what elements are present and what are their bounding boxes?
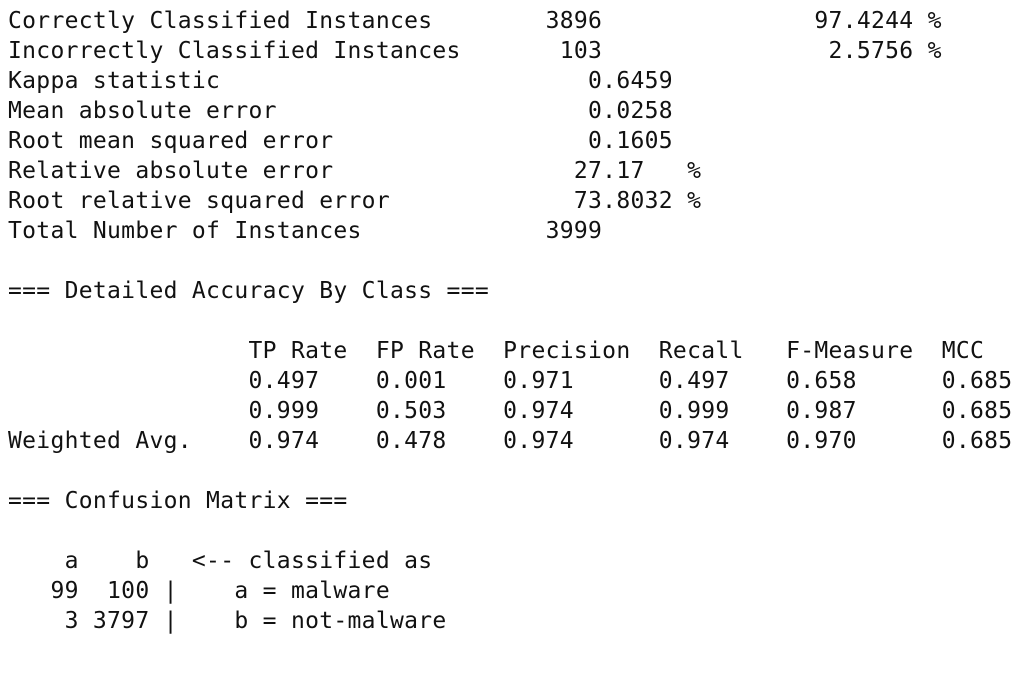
summary-rae: Relative absolute error 27.17 % [8, 158, 702, 184]
confusion-matrix-header: a b <-- classified as [8, 548, 433, 574]
summary-rmse: Root mean squared error 0.1605 [8, 128, 673, 154]
summary-total-instances: Total Number of Instances 3999 [8, 218, 603, 244]
accuracy-table-header: TP Rate FP Rate Precision Recall F-Measu… [8, 338, 985, 364]
accuracy-table-row-weighted-avg: Weighted Avg. 0.974 0.478 0.974 0.974 0.… [8, 428, 1013, 454]
confusion-section-header: === Confusion Matrix === [8, 488, 348, 514]
confusion-matrix-row-a: 99 100 | a = malware [8, 578, 390, 604]
classifier-output: Correctly Classified Instances 3896 97.4… [8, 6, 1012, 636]
summary-incorrectly-classified: Incorrectly Classified Instances 103 2.5… [8, 38, 942, 64]
accuracy-section-header: === Detailed Accuracy By Class === [8, 278, 490, 304]
accuracy-table-row-class-a: 0.497 0.001 0.971 0.497 0.658 0.685 [8, 368, 1013, 394]
summary-correctly-classified: Correctly Classified Instances 3896 97.4… [8, 8, 942, 34]
confusion-matrix-row-b: 3 3797 | b = not-malware [8, 608, 447, 634]
summary-mae: Mean absolute error 0.0258 [8, 98, 673, 124]
summary-kappa: Kappa statistic 0.6459 [8, 68, 673, 94]
summary-rrse: Root relative squared error 73.8032 % [8, 188, 702, 214]
accuracy-table-row-class-b: 0.999 0.503 0.974 0.999 0.987 0.685 [8, 398, 1013, 424]
